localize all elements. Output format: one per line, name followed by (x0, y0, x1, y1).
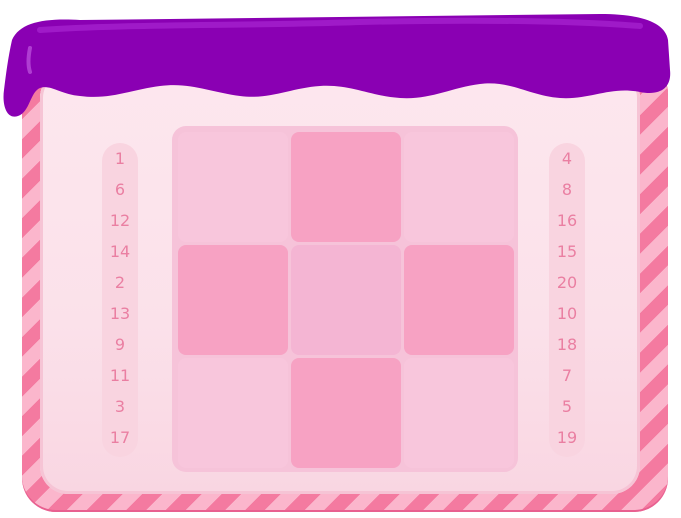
left-number[interactable]: 17 (110, 422, 130, 453)
right-number[interactable]: 15 (557, 236, 577, 267)
grid-cell-filled[interactable] (178, 245, 288, 355)
right-number[interactable]: 8 (562, 174, 572, 205)
left-number[interactable]: 9 (115, 329, 125, 360)
right-number[interactable]: 16 (557, 205, 577, 236)
left-number[interactable]: 6 (115, 174, 125, 205)
grid-cell[interactable] (178, 358, 288, 468)
left-number[interactable]: 14 (110, 236, 130, 267)
grid-cell[interactable] (178, 132, 288, 242)
right-number[interactable]: 10 (557, 298, 577, 329)
grid-cell-filled[interactable] (404, 245, 514, 355)
right-number[interactable]: 7 (562, 360, 572, 391)
grid-cell-filled[interactable] (291, 132, 401, 242)
right-number[interactable]: 19 (557, 422, 577, 453)
right-number[interactable]: 5 (562, 391, 572, 422)
right-number[interactable]: 4 (562, 143, 572, 174)
grid-cell-filled[interactable] (291, 358, 401, 468)
right-number[interactable]: 18 (557, 329, 577, 360)
right-number[interactable]: 20 (557, 267, 577, 298)
left-number[interactable]: 12 (110, 205, 130, 236)
grid-cell[interactable] (404, 358, 514, 468)
left-number-column: 1 6 12 14 2 13 9 11 3 17 (102, 143, 138, 457)
left-number[interactable]: 13 (110, 298, 130, 329)
grid-cell[interactable] (291, 245, 401, 355)
puzzle-grid (172, 126, 518, 472)
right-number-column: 4 8 16 15 20 10 18 7 5 19 (549, 143, 585, 457)
grid-cell[interactable] (404, 132, 514, 242)
purple-slime-top (3, 14, 671, 117)
left-number[interactable]: 3 (115, 391, 125, 422)
left-number[interactable]: 11 (110, 360, 130, 391)
left-number[interactable]: 2 (115, 267, 125, 298)
left-number[interactable]: 1 (115, 143, 125, 174)
